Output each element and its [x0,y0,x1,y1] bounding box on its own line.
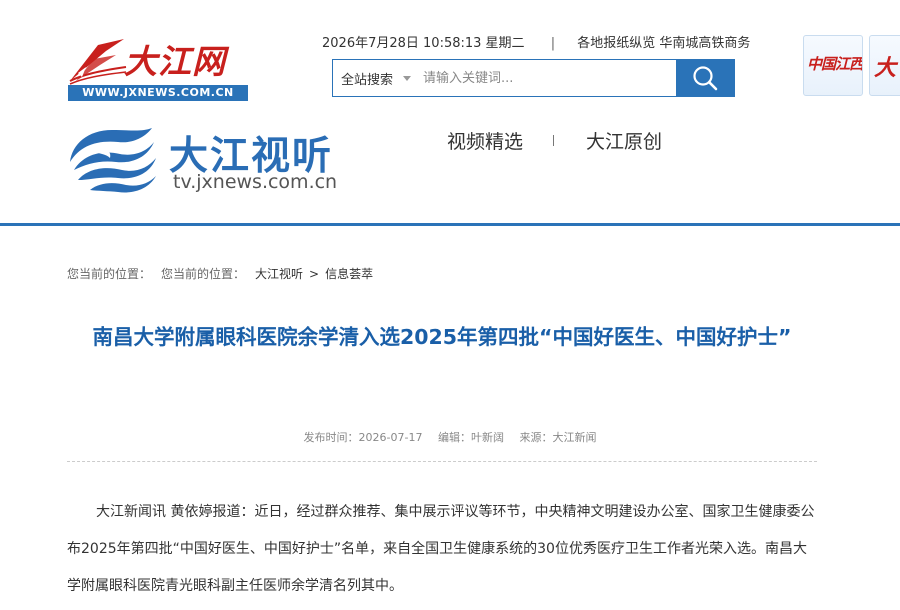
site-search: 全站搜索 [332,59,735,97]
channel-url: tv.jxnews.com.cn [173,171,338,193]
partner-tile-label: 大 [874,55,896,81]
article-editor: 编辑：叶新阔 [437,431,504,444]
channel-nav: 视频精选 大江原创 [447,127,662,154]
dateline-separator: | [550,36,556,51]
search-scope-select[interactable]: 全站搜索 [333,60,417,96]
breadcrumb-prefix: 您当前的位置： [161,267,246,281]
nav-item-video-picks[interactable]: 视频精选 [447,127,523,154]
current-datetime: 2026年7月28日 10:58:13 星期二 [322,36,525,51]
article-title: 南昌大学附属眼科医院余学清入选2025年第四批“中国好医生、中国好护士” [92,325,792,349]
article-meta: 发布时间：2026-07-17 编辑：叶新阔 来源：大江新闻 [0,429,900,445]
nav-divider [553,135,555,146]
chevron-down-icon [403,75,412,81]
quick-links[interactable]: 各地报纸纵览 华南城高铁商务 [577,36,750,51]
jxnews-logo-mark-icon [69,39,127,85]
partner-tile-jxcn[interactable]: 中国江西网 [803,35,863,96]
jxnews-logo-text: 大江网 [124,42,226,81]
article-source: 来源：大江新闻 [519,431,597,444]
jxnews-logo[interactable]: 大江网 WWW.JXNEWS.COM.CN [68,33,248,101]
breadcrumb-link-channel[interactable]: 大江视听 [255,267,303,281]
dajiang-swirl-logo-icon [70,128,156,193]
header-divider [0,223,900,226]
search-button[interactable] [676,60,734,96]
channel-logo[interactable]: 大江视听 tv.jxnews.com.cn [66,122,386,194]
breadcrumb: 您当前的位置： 您当前的位置： 大江视听 > 信息荟萃 [67,265,373,282]
search-icon [693,66,718,91]
article-paragraph: 大江新闻讯 黄依婷报道：近日，经过群众推荐、集中展示评议等环节，中央精神文明建设… [67,504,815,594]
breadcrumb-prefix: 您当前的位置： [67,267,152,281]
search-input[interactable] [417,60,676,96]
jxnews-logo-url: WWW.JXNEWS.COM.CN [68,85,248,101]
header-dateline: 2026年7月28日 10:58:13 星期二 | 各地报纸纵览 华南城高铁商务 [322,32,750,51]
breadcrumb-link-section[interactable]: 信息荟萃 [325,267,373,281]
breadcrumb-separator: > [309,267,320,281]
meta-divider [67,461,817,462]
site-header: 大江网 WWW.JXNEWS.COM.CN 2026年7月28日 10:58:1… [0,0,900,112]
nav-item-original[interactable]: 大江原创 [586,127,662,154]
partner-tile-dajiang[interactable]: 大 [869,35,900,96]
partner-tile-label: 中国江西网 [807,55,863,73]
publish-time: 发布时间：2026-07-17 [303,431,423,444]
search-scope-label: 全站搜索 [341,72,394,88]
